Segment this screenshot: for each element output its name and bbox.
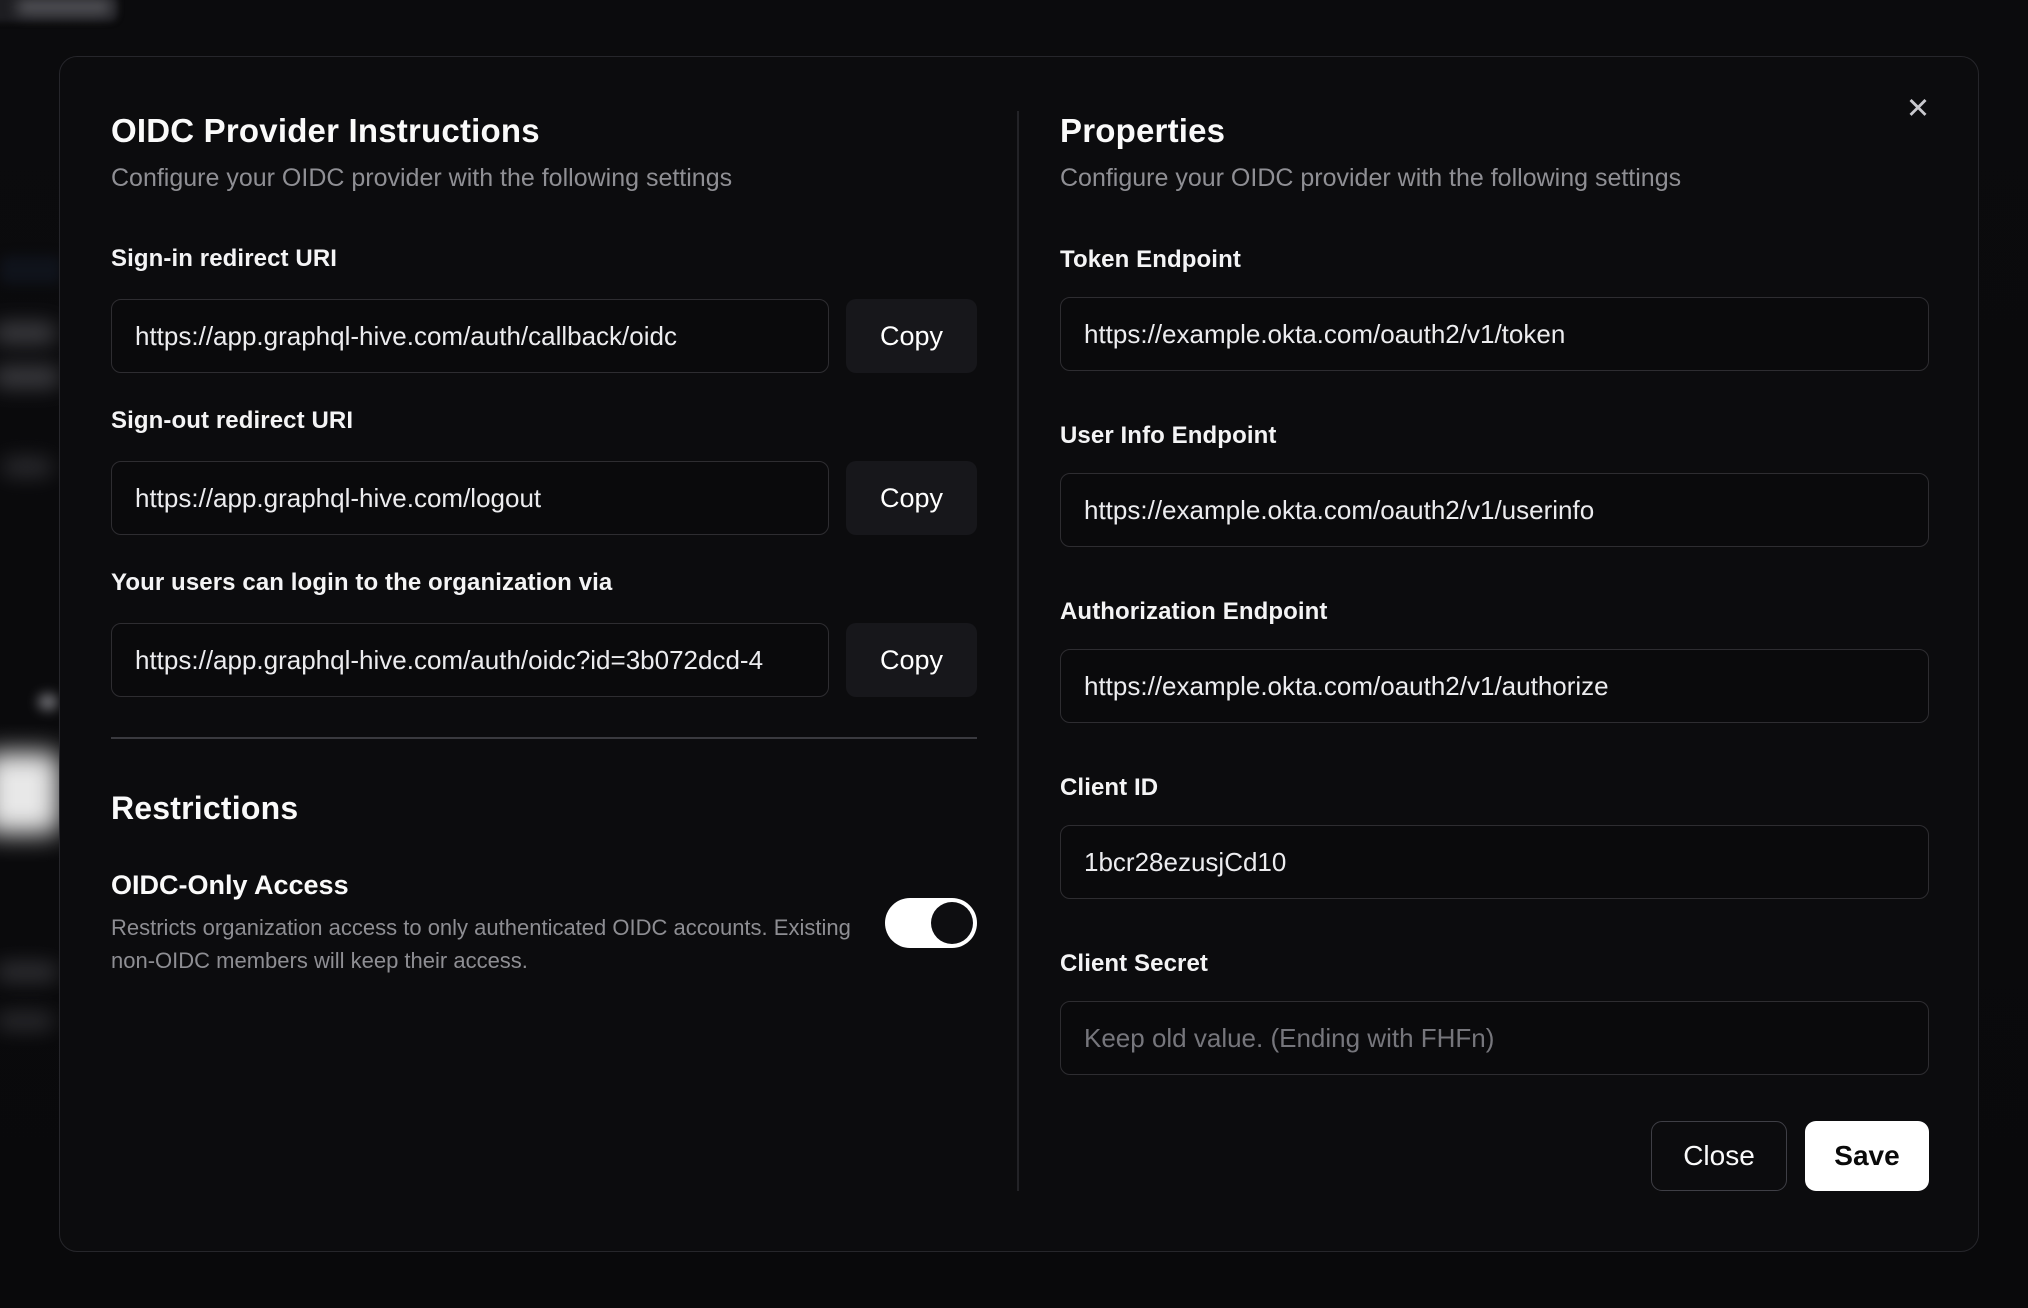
copy-login-uri-button[interactable]: Copy [846,623,977,697]
section-divider [111,737,977,739]
client-secret-input[interactable] [1060,1001,1929,1075]
oidc-only-access-row: OIDC-Only Access Restricts organization … [111,869,977,977]
sign-in-redirect-uri-field: Sign-in redirect URI Copy [111,245,977,373]
sign-out-redirect-uri-field: Sign-out redirect URI Copy [111,407,977,535]
copy-sign-out-uri-button[interactable]: Copy [846,461,977,535]
organization-login-uri-input[interactable] [111,623,829,697]
authorization-endpoint-field: Authorization Endpoint [1060,597,1929,723]
authorization-endpoint-input[interactable] [1060,649,1929,723]
background-blur-fragment [0,366,60,388]
properties-title: Properties [1060,112,1226,149]
dialog-footer: Close Save [1060,1085,1929,1191]
background-blur-fragment [0,322,56,344]
sign-out-redirect-uri-label: Sign-out redirect URI [111,407,354,434]
oidc-only-access-text: OIDC-Only Access Restricts organization … [111,869,861,977]
instructions-subtitle: Configure your OIDC provider with the fo… [111,164,733,192]
background-blur-band [0,256,62,284]
close-icon[interactable]: ✕ [1898,89,1938,129]
instructions-title: OIDC Provider Instructions [111,112,540,149]
background-blur-fragment [38,694,58,710]
oidc-only-access-label: OIDC-Only Access [111,870,349,900]
token-endpoint-label: Token Endpoint [1060,246,1241,273]
oidc-provider-dialog: ✕ OIDC Provider Instructions Configure y… [59,56,1979,1252]
user-info-endpoint-field: User Info Endpoint [1060,421,1929,547]
toggle-thumb [931,902,973,944]
client-id-label: Client ID [1060,774,1159,801]
sign-in-redirect-uri-label: Sign-in redirect URI [111,245,338,272]
copy-sign-in-uri-button[interactable]: Copy [846,299,977,373]
client-secret-label: Client Secret [1060,950,1209,977]
user-info-endpoint-input[interactable] [1060,473,1929,547]
restrictions-heading: Restrictions [111,790,299,826]
properties-panel: Properties Configure your OIDC provider … [1019,111,1929,1191]
authorization-endpoint-label: Authorization Endpoint [1060,598,1328,625]
instructions-panel: OIDC Provider Instructions Configure you… [111,111,1019,1191]
close-button[interactable]: Close [1651,1121,1787,1191]
organization-login-uri-field: Your users can login to the organization… [111,569,977,697]
oidc-only-access-toggle[interactable] [885,898,977,948]
background-blur-fragment [16,0,112,14]
client-secret-field: Client Secret [1060,949,1929,1075]
properties-subtitle: Configure your OIDC provider with the fo… [1060,164,1682,192]
client-id-input[interactable] [1060,825,1929,899]
token-endpoint-field: Token Endpoint [1060,245,1929,371]
organization-login-uri-label: Your users can login to the organization… [111,569,613,596]
background-blurred-button [0,752,60,834]
client-id-field: Client ID [1060,773,1929,899]
background-blur-fragment [2,458,52,476]
background-blur-fragment [0,962,58,982]
background-blur-fragment [0,1012,54,1030]
sign-in-redirect-uri-input[interactable] [111,299,829,373]
sign-out-redirect-uri-input[interactable] [111,461,829,535]
token-endpoint-input[interactable] [1060,297,1929,371]
save-button[interactable]: Save [1805,1121,1929,1191]
user-info-endpoint-label: User Info Endpoint [1060,422,1277,449]
oidc-only-access-description: Restricts organization access to only au… [111,915,851,973]
